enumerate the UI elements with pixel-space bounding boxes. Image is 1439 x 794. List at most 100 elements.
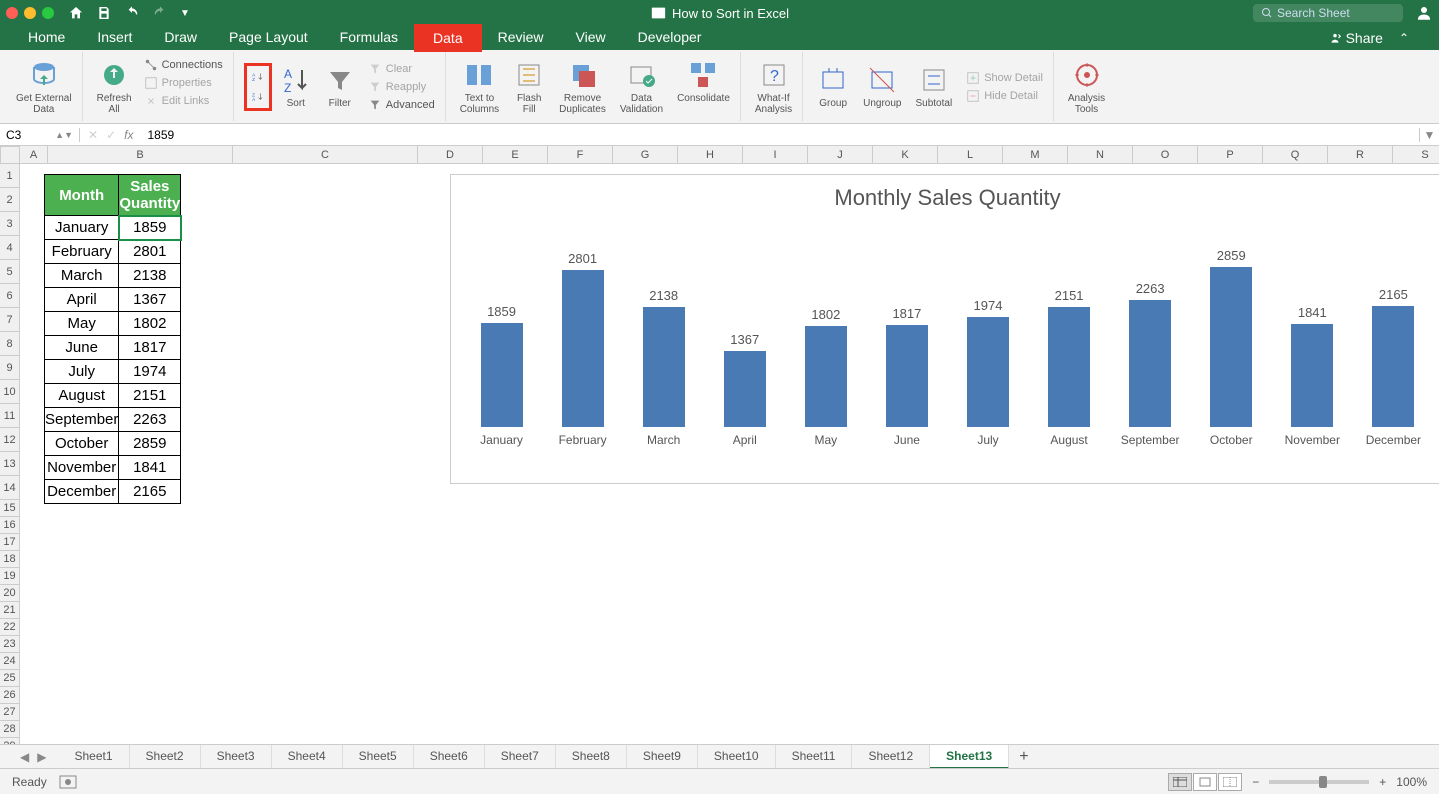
- row-header[interactable]: 24: [0, 653, 20, 670]
- chart-bar[interactable]: 2263September: [1110, 281, 1190, 447]
- reapply-button[interactable]: Reapply: [364, 79, 439, 95]
- row-header[interactable]: 5: [0, 260, 20, 284]
- maximize-window-icon[interactable]: [42, 7, 54, 19]
- show-detail-button[interactable]: Show Detail: [962, 70, 1047, 86]
- add-sheet-button[interactable]: +: [1009, 748, 1038, 766]
- column-header[interactable]: I: [743, 146, 808, 164]
- cell[interactable]: October: [45, 432, 119, 456]
- row-header[interactable]: 12: [0, 428, 20, 452]
- row-header[interactable]: 13: [0, 452, 20, 476]
- row-header[interactable]: 7: [0, 308, 20, 332]
- column-header[interactable]: J: [808, 146, 873, 164]
- cell[interactable]: July: [45, 360, 119, 384]
- hide-detail-button[interactable]: Hide Detail: [962, 88, 1047, 104]
- cell[interactable]: November: [45, 456, 119, 480]
- refresh-all-button[interactable]: Refresh All: [93, 57, 136, 117]
- chart-bar[interactable]: 1367April: [705, 332, 785, 448]
- column-header[interactable]: A: [20, 146, 48, 164]
- row-header[interactable]: 14: [0, 476, 20, 500]
- row-header[interactable]: 3: [0, 212, 20, 236]
- expand-formula-bar-icon[interactable]: ▼: [1419, 128, 1439, 142]
- row-header[interactable]: 8: [0, 332, 20, 356]
- sort-descending-button[interactable]: ZA: [248, 87, 268, 107]
- cancel-formula-icon[interactable]: ✕: [88, 128, 98, 142]
- cell[interactable]: 1841: [119, 456, 181, 480]
- zoom-in-button[interactable]: +: [1379, 775, 1386, 789]
- group-button[interactable]: Group: [813, 62, 853, 111]
- tab-home[interactable]: Home: [12, 26, 81, 50]
- fx-icon[interactable]: fx: [124, 128, 133, 142]
- flash-fill-button[interactable]: Flash Fill: [509, 57, 549, 117]
- cell[interactable]: February: [45, 240, 119, 264]
- sheet-tab[interactable]: Sheet9: [627, 745, 698, 769]
- text-to-columns-button[interactable]: Text to Columns: [456, 57, 503, 117]
- chart-bar[interactable]: 1974July: [948, 298, 1028, 447]
- clear-filter-button[interactable]: Clear: [364, 61, 439, 77]
- cell[interactable]: January: [45, 216, 119, 240]
- ungroup-button[interactable]: Ungroup: [859, 62, 905, 111]
- row-header[interactable]: 28: [0, 721, 20, 738]
- row-header[interactable]: 25: [0, 670, 20, 687]
- cell[interactable]: 2165: [119, 480, 181, 504]
- chart-bar[interactable]: 1802May: [786, 307, 866, 447]
- tab-view[interactable]: View: [560, 26, 622, 50]
- close-window-icon[interactable]: [6, 7, 18, 19]
- row-header[interactable]: 16: [0, 517, 20, 534]
- cell[interactable]: 1817: [119, 336, 181, 360]
- table-header[interactable]: Sales Quantity: [119, 175, 181, 216]
- cell[interactable]: 2151: [119, 384, 181, 408]
- share-button[interactable]: Share ⌃: [1328, 30, 1409, 46]
- analysis-tools-button[interactable]: Analysis Tools: [1064, 57, 1109, 117]
- user-icon[interactable]: [1415, 4, 1433, 22]
- tab-formulas[interactable]: Formulas: [324, 26, 414, 50]
- cell[interactable]: June: [45, 336, 119, 360]
- column-header[interactable]: O: [1133, 146, 1198, 164]
- page-layout-view-button[interactable]: [1193, 773, 1217, 791]
- row-header[interactable]: 10: [0, 380, 20, 404]
- column-header[interactable]: P: [1198, 146, 1263, 164]
- cell[interactable]: 1974: [119, 360, 181, 384]
- prev-sheet-icon[interactable]: ◀: [20, 750, 29, 764]
- edit-links-button[interactable]: Edit Links: [140, 93, 227, 109]
- cell[interactable]: 2263: [119, 408, 181, 432]
- tab-page-layout[interactable]: Page Layout: [213, 26, 324, 50]
- chart-bar[interactable]: 2165December: [1353, 287, 1433, 447]
- row-header[interactable]: 9: [0, 356, 20, 380]
- advanced-filter-button[interactable]: Advanced: [364, 97, 439, 113]
- sheet-tab[interactable]: Sheet5: [343, 745, 414, 769]
- row-header[interactable]: 22: [0, 619, 20, 636]
- row-header[interactable]: 1: [0, 164, 20, 188]
- select-all-corner[interactable]: [0, 146, 20, 164]
- chart[interactable]: Monthly Sales Quantity 1859January2801Fe…: [450, 174, 1439, 484]
- tab-developer[interactable]: Developer: [622, 26, 718, 50]
- sheet-tab[interactable]: Sheet1: [58, 745, 129, 769]
- get-external-data-button[interactable]: Get External Data: [12, 57, 76, 117]
- redo-icon[interactable]: [152, 5, 168, 21]
- column-header[interactable]: N: [1068, 146, 1133, 164]
- cell[interactable]: 1367: [119, 288, 181, 312]
- column-header[interactable]: M: [1003, 146, 1068, 164]
- properties-button[interactable]: Properties: [140, 75, 227, 91]
- row-header[interactable]: 18: [0, 551, 20, 568]
- filter-button[interactable]: Filter: [320, 62, 360, 111]
- column-header[interactable]: R: [1328, 146, 1393, 164]
- data-validation-button[interactable]: Data Validation: [616, 57, 667, 117]
- cell[interactable]: August: [45, 384, 119, 408]
- sort-button[interactable]: AZ Sort: [276, 62, 316, 111]
- minimize-window-icon[interactable]: [24, 7, 36, 19]
- chart-bar[interactable]: 1817June: [867, 306, 947, 447]
- subtotal-button[interactable]: Subtotal: [911, 62, 956, 111]
- cell[interactable]: May: [45, 312, 119, 336]
- sheet-tab[interactable]: Sheet12: [852, 745, 930, 769]
- row-header[interactable]: 15: [0, 500, 20, 517]
- qat-dropdown-icon[interactable]: ▼: [180, 8, 190, 19]
- collapse-ribbon-icon[interactable]: ⌃: [1399, 31, 1409, 45]
- next-sheet-icon[interactable]: ▶: [37, 750, 46, 764]
- row-header[interactable]: 27: [0, 704, 20, 721]
- sheet-tab[interactable]: Sheet10: [698, 745, 776, 769]
- zoom-out-button[interactable]: −: [1252, 775, 1259, 789]
- column-header[interactable]: L: [938, 146, 1003, 164]
- remove-duplicates-button[interactable]: Remove Duplicates: [555, 57, 610, 117]
- formula-input[interactable]: 1859: [141, 128, 1419, 142]
- what-if-analysis-button[interactable]: ?What-If Analysis: [751, 57, 796, 117]
